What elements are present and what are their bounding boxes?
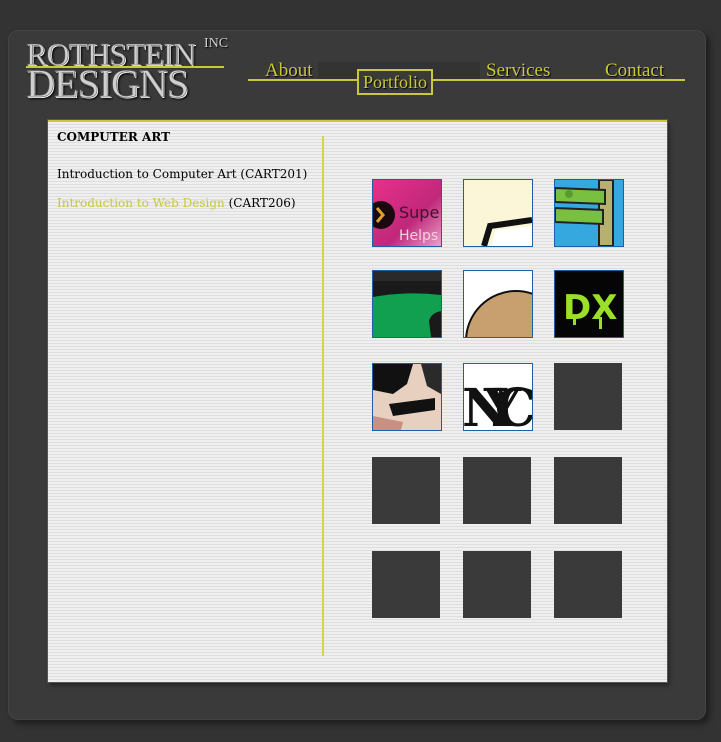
portfolio-thumb-8[interactable]: NYC [463,363,533,431]
portfolio-thumb-2[interactable] [463,179,533,247]
portfolio-thumb-placeholder-14[interactable] [463,551,531,618]
portfolio-thumb-5[interactable] [463,270,533,338]
thumb-3-image [555,180,623,246]
portfolio-thumb-placeholder-9[interactable] [554,363,622,430]
site-logo[interactable]: ROTHSTEIN DESIGNS INC [26,36,229,104]
section-heading: COMPUTER ART [57,130,171,144]
portfolio-thumb-placeholder-12[interactable] [554,457,622,524]
content-panel: COMPUTER ART Introduction to Computer Ar… [48,120,667,682]
portfolio-thumb-4[interactable] [372,270,442,338]
portfolio-thumb-placeholder-13[interactable] [372,551,440,618]
thumb-7-image [373,364,441,430]
thumb-5-image [464,271,532,337]
course-item-cart201: Introduction to Computer Art (CART201) [57,167,308,181]
nav-portfolio-link-active[interactable]: Portfolio [357,69,434,95]
logo-suffix: INC [204,36,229,51]
column-divider [322,136,324,656]
portfolio-thumb-1[interactable]: Supe Helps [372,179,442,247]
thumb-2-image [464,180,532,246]
nav-contact-link[interactable]: Contact [605,60,664,82]
portfolio-thumb-placeholder-11[interactable] [463,457,531,524]
portfolio-thumb-placeholder-15[interactable] [554,551,622,618]
thumb-1-image: Supe Helps [373,180,441,246]
nav-about-link[interactable]: About [265,60,313,82]
portfolio-thumb-7[interactable] [372,363,442,431]
thumb-8-image: NYC [464,364,532,430]
thumb-6-text: DX [563,288,617,328]
web-design-link[interactable]: Introduction to Web Design [57,196,225,210]
portfolio-thumb-3[interactable] [554,179,624,247]
course-list: COMPUTER ART Introduction to Computer Ar… [57,130,317,210]
nav-services-link[interactable]: Services [486,60,550,82]
thumb-4-image [373,271,441,337]
course-code-cart206: (CART206) [224,196,296,210]
thumb-1-text-b: Helps [399,228,438,244]
thumb-8-text: NYC [464,378,532,430]
logo-line2: DESIGNS [26,61,190,106]
course-item-cart206: Introduction to Web Design (CART206) [57,196,296,210]
logo-underline [26,66,224,68]
thumb-1-text-a: Supe [399,203,439,222]
thumb-6-image: DX [555,271,623,337]
portfolio-thumb-placeholder-10[interactable] [372,457,440,524]
portfolio-thumb-6[interactable]: DX [554,270,624,338]
